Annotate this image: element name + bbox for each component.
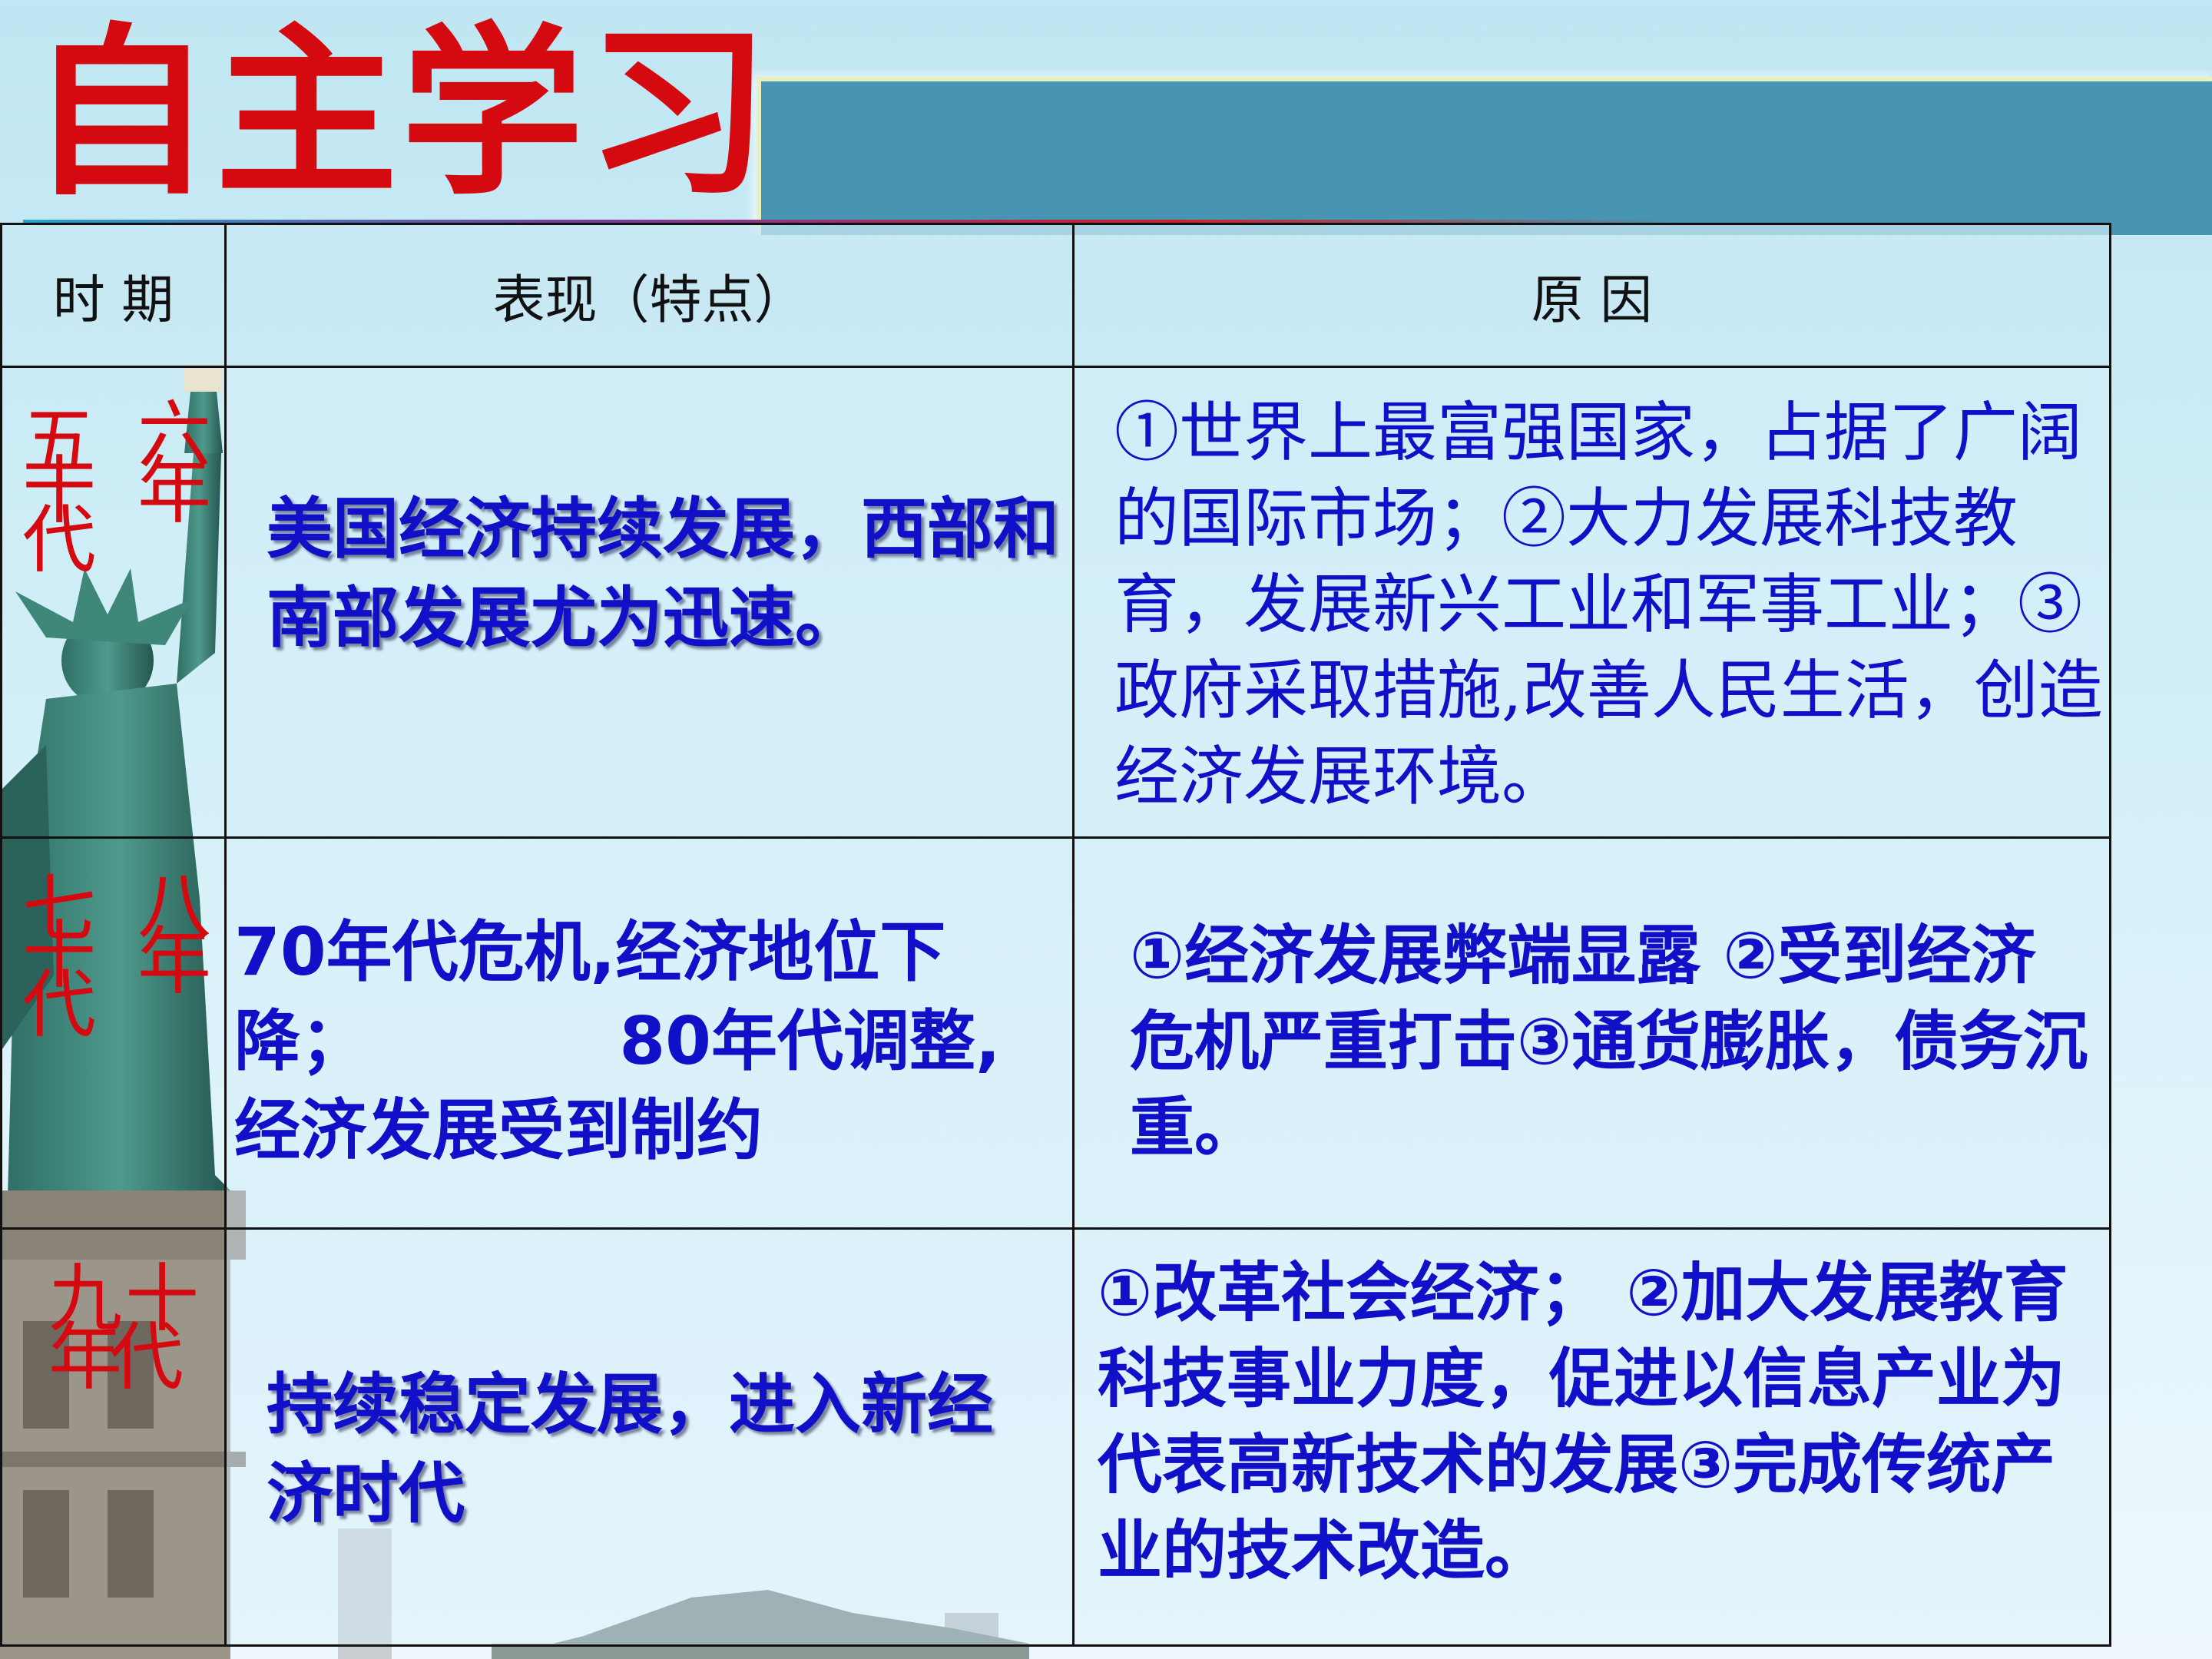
header-period: 时 期 (0, 223, 227, 368)
reasons-text: ①世界上最富强国家，占据了广阔的国际市场；②大力发展科技教育，发展新兴工业和军事… (1114, 395, 2103, 814)
period-char: 年 (137, 919, 211, 1005)
reasons-cell: ①改革社会经济； ②加大发展教育科技事业力度，促进以信息产业为代表高新技术的发展… (1072, 1227, 2111, 1647)
features-cell: 70年代危机,经济地位下 降； 80年代调整, 经济发展受到制约 (224, 836, 1075, 1230)
period-char: 年 (137, 448, 211, 534)
period-cell: 五 十 代 六 年 (0, 366, 227, 839)
period-char: 代 (22, 962, 96, 1048)
comparison-table: 时 期 表现（特点） 原 因 五 十 代 六 年 美国经济持续发展，西部和南部发… (0, 223, 2111, 1647)
period-cell: 九 十 年 代 (0, 1227, 227, 1647)
reasons-text: ①改革社会经济； ②加大发展教育科技事业力度，促进以信息产业为代表高新技术的发展… (1098, 1255, 2068, 1588)
features-cell: 持续稳定发展，进入新经济时代 (224, 1227, 1075, 1647)
features-line: 70年代危机,经济地位下 (234, 914, 946, 991)
table-row: 五 十 代 六 年 美国经济持续发展，西部和南部发展尤为迅速。 ①世界上最富强国… (0, 366, 2111, 839)
table-header-row: 时 期 表现（特点） 原 因 (0, 223, 2111, 368)
period-char: 代 (22, 497, 96, 583)
features-text: 持续稳定发展，进入新经济时代 (267, 1366, 993, 1532)
page-title: 自主学习 (29, 8, 773, 220)
reasons-text: ①经济发展弊端显露 ②受到经济危机严重打击③通货膨胀，债务沉重。 (1130, 918, 2088, 1165)
title-banner-bar (757, 77, 2212, 235)
features-line: 经济发展受到制约 (234, 1092, 763, 1169)
header-reasons: 原 因 (1072, 223, 2111, 368)
reasons-cell: ①世界上最富强国家，占据了广阔的国际市场；②大力发展科技教育，发展新兴工业和军事… (1072, 366, 2111, 839)
period-char: 代 (110, 1314, 184, 1400)
features-line: 降； 80年代调整, (234, 1003, 1001, 1080)
header-features: 表现（特点） (224, 223, 1075, 368)
features-cell: 美国经济持续发展，西部和南部发展尤为迅速。 (224, 366, 1075, 839)
reasons-cell: ①经济发展弊端显露 ②受到经济危机严重打击③通货膨胀，债务沉重。 (1072, 836, 2111, 1230)
period-cell: 七 十 代 八 年 (0, 836, 227, 1230)
features-text: 美国经济持续发展，西部和南部发展尤为迅速。 (267, 491, 1059, 657)
table-row: 九 十 年 代 持续稳定发展，进入新经济时代 ①改革社会经济； ②加大发展教育科… (0, 1227, 2111, 1647)
table-row: 七 十 代 八 年 70年代危机,经济地位下 降； 80年代调整, 经济发展受到… (0, 836, 2111, 1230)
